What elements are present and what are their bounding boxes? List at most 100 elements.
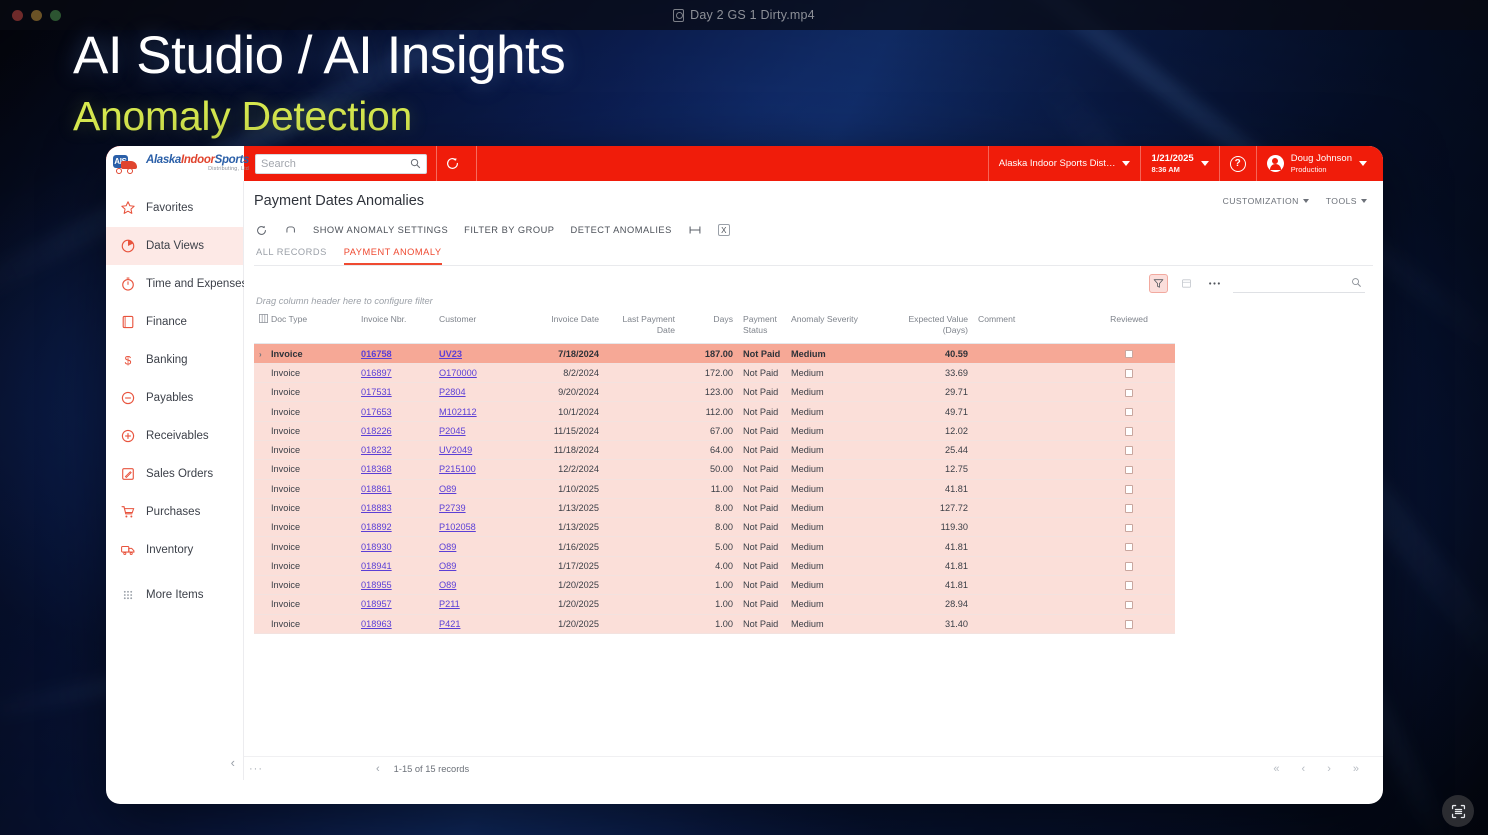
invoice-link[interactable]: 018941 xyxy=(361,561,392,571)
col-comment[interactable]: Comment xyxy=(973,312,1083,345)
col-doc-type[interactable]: Doc Type xyxy=(266,312,356,345)
reviewed-checkbox[interactable] xyxy=(1124,465,1134,475)
search-input[interactable] xyxy=(261,157,410,170)
column-settings-button[interactable] xyxy=(254,312,268,345)
table-row[interactable]: Invoice 018941 O89 1/17/2025 4.00 Not Paid Med… xyxy=(254,556,1175,577)
table-row[interactable]: › Invoice 016758 UV23 7/18/2024 187.00 Not Pai… xyxy=(254,343,1175,364)
brand-logo[interactable]: AIS AlaskaIndoorSports Distributing, Ltd xyxy=(106,146,249,181)
company-selector[interactable]: Alaska Indoor Sports Dist… xyxy=(987,146,1141,181)
table-row[interactable]: Invoice 017653 M102112 10/1/2024 112.00 Not P… xyxy=(254,401,1175,422)
sidebar-item-sales-orders[interactable]: Sales Orders xyxy=(106,455,243,493)
sidebar-item-banking[interactable]: $ Banking xyxy=(106,341,243,379)
reviewed-checkbox[interactable] xyxy=(1124,581,1134,590)
global-search[interactable] xyxy=(255,153,427,174)
sidebar-item-time-and-expenses[interactable]: Time and Expenses xyxy=(106,265,247,303)
pager-last-button[interactable]: » xyxy=(1353,763,1359,775)
table-row[interactable]: Invoice 017531 P2804 9/20/2024 123.00 Not Pai… xyxy=(254,382,1175,403)
invoice-link[interactable]: 018232 xyxy=(361,445,392,455)
export-grid-button[interactable] xyxy=(1177,274,1196,293)
sidebar-item-more-items[interactable]: More Items xyxy=(106,576,243,614)
customer-link[interactable]: UV23 xyxy=(439,349,462,359)
reviewed-checkbox[interactable] xyxy=(1124,600,1134,610)
help-button[interactable]: ? xyxy=(1218,146,1256,181)
detect-anomalies-button[interactable]: DETECT ANOMALIES xyxy=(571,225,672,235)
refresh-button[interactable] xyxy=(255,224,268,237)
screen-capture-button[interactable] xyxy=(1442,795,1474,827)
invoice-link[interactable]: 018963 xyxy=(361,619,392,629)
customer-link[interactable]: P215100 xyxy=(439,464,476,474)
more-options-button[interactable] xyxy=(1205,274,1224,293)
customer-link[interactable]: P102058 xyxy=(439,522,476,532)
customer-link[interactable]: O89 xyxy=(439,542,456,552)
table-row[interactable]: Invoice 016897 O170000 8/2/2024 172.00 Not Pa… xyxy=(254,363,1175,384)
invoice-link[interactable]: 016897 xyxy=(361,368,392,378)
col-invoice-date[interactable]: Invoice Date xyxy=(518,312,604,345)
invoice-link[interactable]: 018861 xyxy=(361,484,392,494)
sidebar-item-favorites[interactable]: Favorites xyxy=(106,189,243,227)
col-anomaly-severity[interactable]: Anomaly Severity xyxy=(786,312,878,345)
sidebar-item-payables[interactable]: Payables xyxy=(106,379,243,417)
table-row[interactable]: Invoice 018955 O89 1/20/2025 1.00 Not Paid Med… xyxy=(254,575,1175,596)
pager-prev-button[interactable]: ‹ xyxy=(1302,763,1306,775)
reviewed-checkbox[interactable] xyxy=(1124,620,1134,629)
invoice-link[interactable]: 017531 xyxy=(361,387,392,397)
invoice-link[interactable]: 018368 xyxy=(361,464,392,474)
recent-history-button[interactable] xyxy=(437,146,467,181)
sidebar-item-receivables[interactable]: Receivables xyxy=(106,417,243,455)
table-row[interactable]: Invoice 018883 P2739 1/13/2025 8.00 Not Paid M… xyxy=(254,498,1175,519)
sidebar-item-inventory[interactable]: Inventory xyxy=(106,531,243,569)
table-row[interactable]: Invoice 018232 UV2049 11/18/2024 64.00 Not Pa… xyxy=(254,440,1175,461)
col-reviewed[interactable]: Reviewed xyxy=(1083,312,1175,345)
footer-more-button[interactable]: ··· xyxy=(244,763,268,775)
invoice-link[interactable]: 016758 xyxy=(361,349,392,359)
invoice-link[interactable]: 018226 xyxy=(361,426,392,436)
col-customer[interactable]: Customer xyxy=(434,312,518,345)
col-payment-status[interactable]: Payment Status xyxy=(738,312,786,345)
tab-all-records[interactable]: ALL RECORDS xyxy=(256,247,327,265)
pager-first-button[interactable]: « xyxy=(1273,763,1279,775)
grid-search-box[interactable] xyxy=(1233,274,1365,293)
reviewed-checkbox[interactable] xyxy=(1124,369,1134,378)
table-row[interactable]: Invoice 018963 P421 1/20/2025 1.00 Not Paid Me… xyxy=(254,614,1175,634)
customer-link[interactable]: UV2049 xyxy=(439,445,472,455)
reviewed-checkbox[interactable] xyxy=(1124,562,1134,571)
customer-link[interactable]: P2804 xyxy=(439,387,466,397)
table-row[interactable]: Invoice 018368 P215100 12/2/2024 50.00 Not Pa… xyxy=(254,459,1175,480)
sidebar-item-finance[interactable]: Finance xyxy=(106,303,243,341)
invoice-link[interactable]: 018930 xyxy=(361,542,392,552)
customization-menu[interactable]: CUSTOMIZATION xyxy=(1223,196,1309,206)
invoice-link[interactable]: 018883 xyxy=(361,503,392,513)
filter-drop-hint[interactable]: Drag column header here to configure fil… xyxy=(244,294,1383,306)
sidebar-item-data-views[interactable]: Data Views xyxy=(106,227,243,265)
col-days[interactable]: Days xyxy=(680,312,738,345)
tools-menu[interactable]: TOOLS xyxy=(1326,196,1367,206)
show-anomaly-settings-button[interactable]: SHOW ANOMALY SETTINGS xyxy=(313,225,448,235)
col-expected-value[interactable]: Expected Value (Days) xyxy=(878,312,973,345)
customer-link[interactable]: P421 xyxy=(439,619,460,629)
table-row[interactable]: Invoice 018226 P2045 11/15/2024 67.00 Not Pai… xyxy=(254,421,1175,441)
customer-link[interactable]: M102112 xyxy=(439,407,477,417)
reviewed-checkbox[interactable] xyxy=(1124,388,1134,398)
invoice-link[interactable]: 018957 xyxy=(361,599,392,609)
export-excel-button[interactable]: X xyxy=(717,224,730,236)
invoice-link[interactable]: 018892 xyxy=(361,522,392,532)
fit-width-button[interactable] xyxy=(688,224,702,236)
customer-link[interactable]: O170000 xyxy=(439,368,477,378)
chevron-right-icon[interactable]: › xyxy=(259,350,262,359)
filter-by-group-button[interactable]: FILTER BY GROUP xyxy=(464,225,554,235)
col-last-payment-date[interactable]: Last Payment Date xyxy=(604,312,680,345)
reviewed-checkbox[interactable] xyxy=(1124,504,1134,513)
sidebar-item-purchases[interactable]: Purchases xyxy=(106,493,243,531)
sidebar-collapse-button[interactable]: ‹ xyxy=(231,755,235,770)
undo-button[interactable] xyxy=(284,224,297,237)
table-row[interactable]: Invoice 018930 O89 1/16/2025 5.00 Not Paid Med… xyxy=(254,536,1175,557)
customer-link[interactable]: O89 xyxy=(439,580,456,590)
reviewed-checkbox[interactable] xyxy=(1124,485,1134,494)
invoice-link[interactable]: 018955 xyxy=(361,580,392,590)
customer-link[interactable]: O89 xyxy=(439,561,456,571)
reviewed-checkbox[interactable] xyxy=(1124,407,1134,417)
reviewed-checkbox[interactable] xyxy=(1124,349,1134,359)
reviewed-checkbox[interactable] xyxy=(1124,542,1134,552)
table-row[interactable]: Invoice 018892 P102058 1/13/2025 8.00 Not Pai… xyxy=(254,517,1175,538)
reviewed-checkbox[interactable] xyxy=(1124,523,1134,533)
